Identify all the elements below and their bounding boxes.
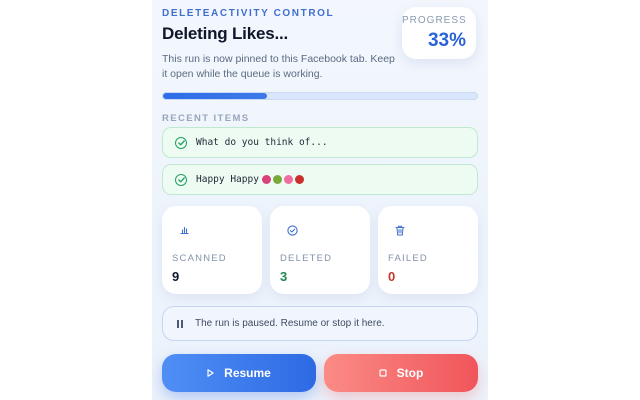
stop-icon [379,369,387,377]
page-subtitle: This run is now pinned to this Facebook … [162,53,395,80]
stat-value: 3 [280,269,288,284]
recent-item-text: Happy Happy [196,174,259,185]
stat-label: FAILED [388,253,428,264]
recent-item-text: What do you think of... [196,137,328,148]
check-circle-icon [284,222,300,238]
progress-card: PROGRESS 33% [402,7,476,59]
stats-row: SCANNED 9 DELETED 3 FAILED 0 [162,206,478,294]
stat-label: SCANNED [172,253,227,264]
rose-icon [294,175,304,184]
trash-icon [392,222,408,238]
blossom-icon [283,175,293,184]
pause-icon [177,319,183,328]
stop-button[interactable]: Stop [324,354,478,392]
sunflower-icon [272,175,282,184]
bar-chart-icon [176,222,192,238]
progress-value: 33% [427,30,466,51]
progress-bar-fill [163,93,267,99]
flower-emoji-icons [260,175,304,184]
stat-value: 9 [172,269,180,284]
stat-card-failed: FAILED 0 [378,206,478,294]
progress-label: PROGRESS [402,15,467,26]
play-icon [207,369,214,377]
progress-bar [162,92,478,100]
resume-button-label: Resume [224,366,271,380]
stat-card-deleted: DELETED 3 [270,206,370,294]
tulip-icon [261,175,271,184]
check-circle-icon [175,136,187,149]
stat-label: DELETED [280,253,333,264]
status-notice: The run is paused. Resume or stop it her… [162,306,478,341]
page-title: Deleting Likes... [162,24,289,43]
resume-button[interactable]: Resume [162,354,316,392]
recent-item: What do you think of... [162,127,478,158]
recent-items-label: RECENT ITEMS [162,113,250,124]
check-circle-icon [175,173,187,186]
status-notice-text: The run is paused. Resume or stop it her… [195,318,385,329]
recent-item: Happy Happy [162,164,478,195]
control-panel: DELETEACTIVITY CONTROL Deleting Likes...… [152,0,488,400]
stop-button-label: Stop [396,366,424,380]
panel-eyebrow: DELETEACTIVITY CONTROL [162,8,335,19]
stat-value: 0 [388,269,396,284]
stat-card-scanned: SCANNED 9 [162,206,262,294]
